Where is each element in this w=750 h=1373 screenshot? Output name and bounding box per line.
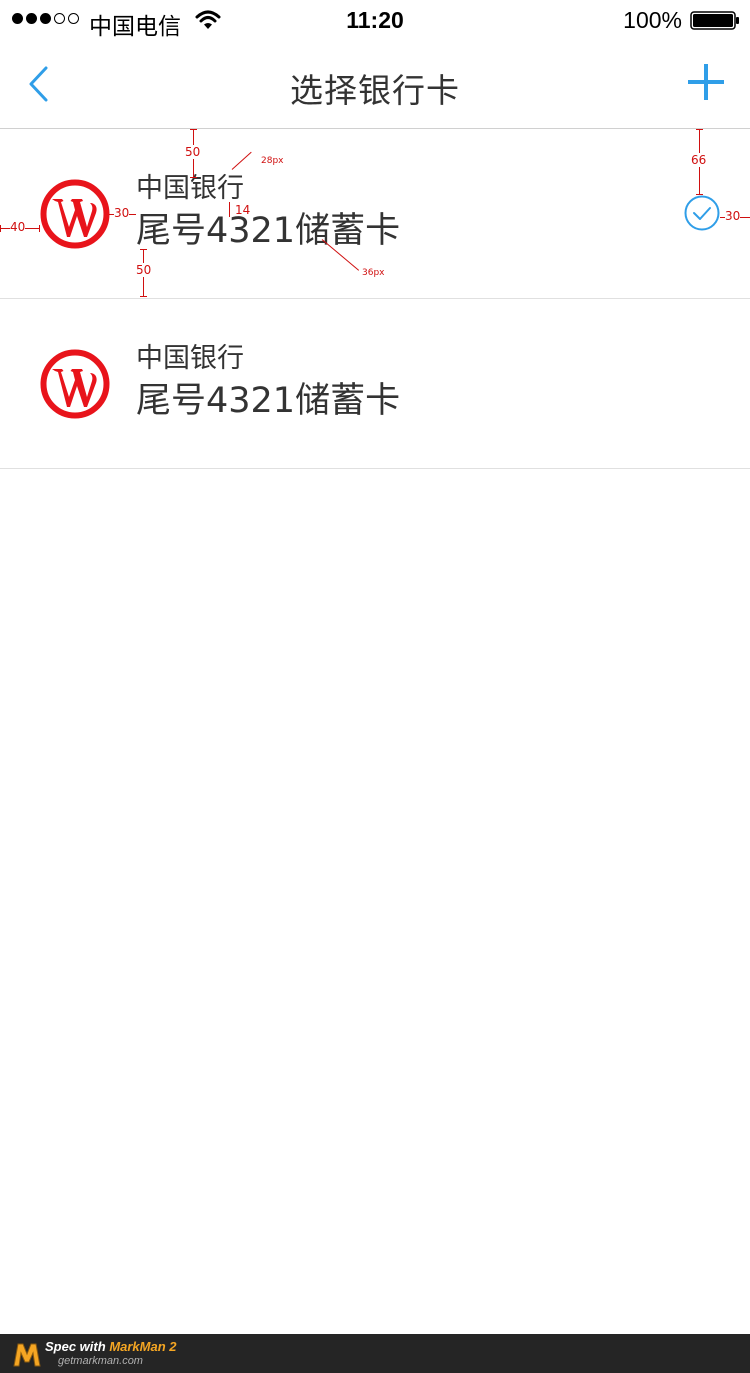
battery-icon (690, 11, 739, 30)
footer-url: getmarkman.com (58, 1355, 143, 1367)
page-title: 选择银行卡 (290, 71, 460, 110)
status-bar: 中国电信 11:20 100% (0, 0, 750, 40)
spec-bank-font: 28px (261, 156, 284, 166)
markman-logo-icon (13, 1343, 41, 1367)
spec-logo-gap: 30 (114, 206, 130, 220)
spec-line (190, 129, 197, 130)
bank-logo-icon (40, 179, 110, 249)
spec-line (190, 177, 197, 178)
battery-percentage: 100% (623, 7, 682, 33)
spec-line (0, 225, 1, 232)
spec-check-right: 30 (725, 209, 741, 223)
markman-footer: Spec with MarkMan 2 getmarkman.com (0, 1334, 750, 1373)
spec-line (696, 129, 703, 130)
footer-spec-text: Spec with MarkMan 2 (45, 1339, 177, 1354)
spec-line (140, 296, 147, 297)
checkmark-circle-icon[interactable] (684, 195, 720, 231)
spec-line-gap: 14 (235, 203, 251, 217)
footer-spec-label: Spec with (45, 1339, 106, 1354)
spec-line (39, 225, 40, 232)
bank-card-row[interactable]: 中国银行 尾号4321储蓄卡 50 50 40 30 28px 14 36px … (0, 129, 750, 299)
spec-left-padding: 40 (10, 220, 26, 234)
bank-name: 中国银行 (136, 343, 244, 374)
bank-card-row[interactable]: 中国银行 尾号4321储蓄卡 (0, 299, 750, 469)
footer-brand: MarkMan 2 (109, 1339, 177, 1354)
spec-line (696, 194, 703, 195)
card-description: 尾号4321储蓄卡 (136, 211, 401, 251)
card-description: 尾号4321储蓄卡 (136, 381, 401, 421)
spec-line (231, 151, 252, 170)
spec-line (229, 202, 230, 217)
bank-logo-icon (40, 349, 110, 419)
spec-top-padding: 50 (185, 145, 201, 159)
spec-line (140, 249, 147, 250)
spec-desc-font: 36px (362, 268, 385, 278)
spec-bottom-padding: 50 (136, 263, 152, 277)
plus-icon[interactable] (686, 62, 726, 102)
nav-bar: 选择银行卡 (0, 40, 750, 129)
spec-check-top: 66 (691, 153, 707, 167)
